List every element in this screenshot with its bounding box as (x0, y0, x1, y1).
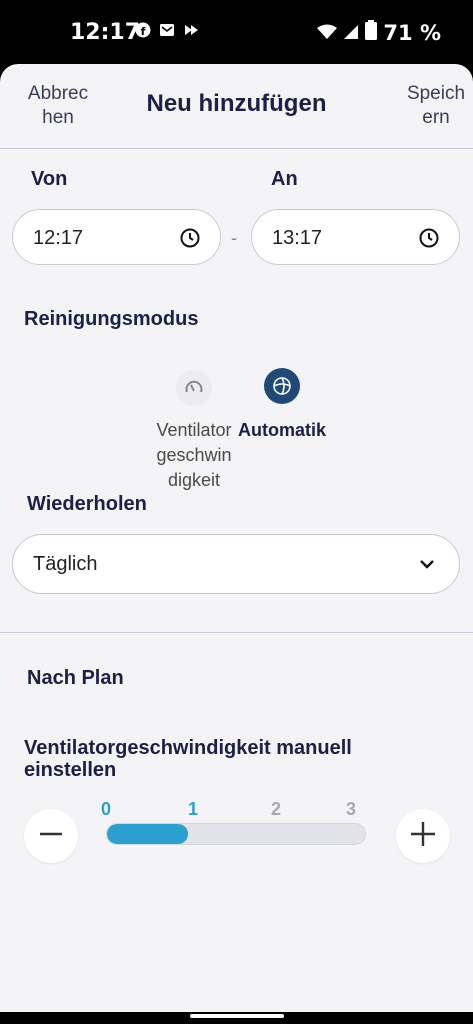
repeat-value: Täglich (33, 553, 98, 575)
tick-label: 2 (271, 799, 282, 819)
from-time-value: 12:17 (33, 227, 84, 249)
from-label: Von (31, 168, 68, 190)
to-time-field[interactable]: 13:17 (251, 209, 460, 265)
increase-speed-button[interactable] (396, 809, 450, 863)
status-time: 12:17 (70, 20, 141, 45)
chevron-down-icon (419, 557, 435, 575)
plus-icon (409, 820, 437, 853)
svg-text:f: f (141, 25, 146, 38)
fan-speed-slider-fill (107, 824, 188, 844)
repeat-label: Wiederholen (27, 493, 147, 515)
gauge-icon (176, 370, 212, 406)
mode-option-fan-speed[interactable]: Ventilatorgeschwindigkeit (145, 370, 243, 493)
app-notification-icon (183, 22, 199, 38)
mail-icon (159, 22, 175, 38)
signal-icon (343, 21, 359, 45)
status-bar: 12:17 f 71 % (0, 0, 473, 64)
time-separator: - (231, 228, 237, 248)
section-divider (0, 632, 473, 633)
battery-percent: 71 % (383, 20, 441, 45)
auto-swirl-icon (264, 368, 300, 404)
wifi-icon (317, 21, 338, 45)
schedule-label: Nach Plan (27, 667, 124, 689)
cleaning-mode-label: Reinigungsmodus (24, 308, 199, 330)
notification-icons: f (135, 22, 199, 38)
from-time-field[interactable]: 12:17 (12, 209, 221, 265)
home-handle[interactable] (190, 1014, 284, 1018)
facebook-icon: f (135, 22, 151, 38)
fan-speed-label: Ventilatorgeschwindigkeit manuell einste… (24, 737, 352, 781)
minus-icon (38, 821, 64, 852)
repeat-dropdown[interactable]: Täglich (12, 534, 460, 594)
system-nav-bar (0, 1012, 473, 1024)
clock-icon (180, 228, 200, 253)
tick-label: 1 (188, 799, 199, 819)
battery-icon (365, 20, 378, 45)
to-label: An (271, 168, 298, 190)
mode-option-automatic-label: Automatik (238, 420, 327, 440)
tick-label: 3 (346, 799, 357, 819)
to-time-value: 13:17 (272, 227, 323, 249)
mode-option-automatic[interactable]: Automatik (236, 368, 328, 442)
clock-icon (419, 228, 439, 253)
add-schedule-sheet: Abbrec hen Neu hinzufügen Speich ern Von… (0, 64, 473, 1012)
fan-speed-slider[interactable] (106, 823, 366, 845)
mode-option-fan-speed-label: Ventilatorgeschwindigkeit (156, 420, 232, 490)
sheet-header: Abbrec hen Neu hinzufügen Speich ern (0, 64, 473, 149)
save-button[interactable]: Speich ern (401, 82, 471, 130)
decrease-speed-button[interactable] (24, 809, 78, 863)
tick-label: 0 (101, 799, 112, 819)
